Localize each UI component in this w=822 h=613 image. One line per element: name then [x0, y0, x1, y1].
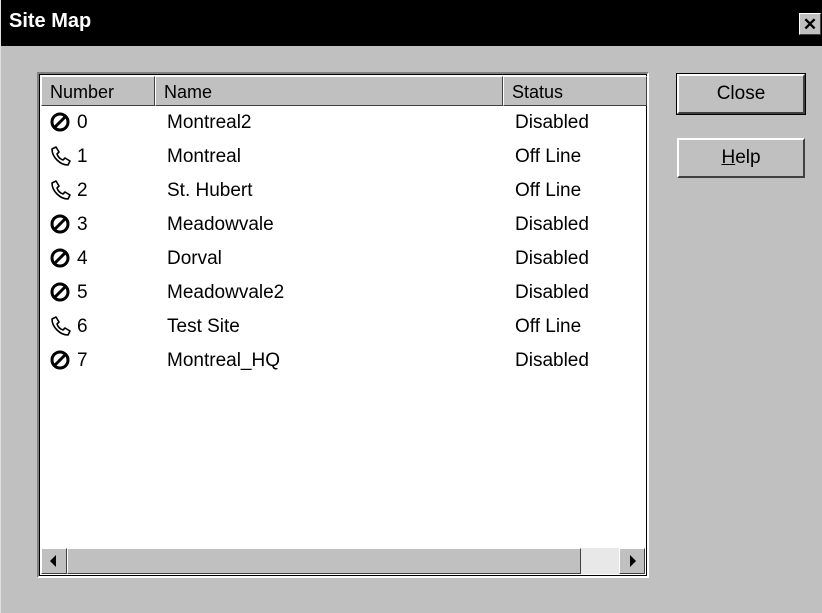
site-name: Montreal2 [167, 112, 252, 133]
phone-icon [49, 145, 71, 167]
title-bar[interactable]: Site Map ✕ [1, 0, 822, 46]
help-accelerator: H [721, 147, 736, 168]
table-row[interactable]: 7 Montreal_HQ Disabled [41, 344, 647, 378]
disabled-icon [49, 349, 71, 371]
window-close-button[interactable]: ✕ [799, 13, 821, 35]
site-number: 2 [77, 180, 88, 201]
scroll-left-button[interactable] [41, 548, 67, 574]
site-list[interactable]: Number Name Status 0 Montreal2 Disabled 1 Mo… [37, 72, 649, 578]
site-name: Montreal_HQ [167, 350, 280, 371]
phone-icon [49, 315, 71, 337]
site-number: 4 [77, 248, 88, 269]
site-number: 6 [77, 316, 88, 337]
help-label-rest: elp [735, 147, 761, 168]
site-number: 5 [77, 282, 88, 303]
close-icon: ✕ [802, 14, 818, 34]
disabled-icon [49, 213, 71, 235]
horizontal-scrollbar[interactable] [41, 548, 645, 574]
window-title: Site Map [9, 10, 92, 32]
site-status: Off Line [515, 180, 582, 201]
site-name: Dorval [167, 248, 222, 269]
site-status: Off Line [515, 146, 582, 167]
site-number: 0 [77, 112, 88, 133]
close-button[interactable]: Close [676, 73, 806, 115]
table-row[interactable]: 4 Dorval Disabled [41, 242, 647, 276]
site-number: 1 [77, 146, 88, 167]
site-status: Disabled [515, 350, 589, 371]
column-header-status[interactable]: Status [503, 76, 647, 106]
site-status: Off Line [515, 316, 582, 337]
table-row[interactable]: 2 St. Hubert Off Line [41, 174, 647, 208]
site-status: Disabled [515, 112, 589, 133]
column-header-number[interactable]: Number [41, 76, 155, 106]
table-row[interactable]: 0 Montreal2 Disabled [41, 106, 647, 140]
site-number: 3 [77, 214, 88, 235]
site-name: Test Site [167, 316, 240, 337]
site-name: St. Hubert [167, 180, 253, 201]
column-header-name[interactable]: Name [155, 76, 503, 106]
site-status: Disabled [515, 248, 589, 269]
arrow-left-icon [50, 555, 56, 567]
disabled-icon [49, 247, 71, 269]
scroll-thumb[interactable] [67, 548, 581, 574]
site-number: 7 [77, 350, 88, 371]
scroll-right-button[interactable] [619, 548, 645, 574]
site-map-dialog: Site Map ✕ Number Name Status 0 Montreal2… [0, 0, 822, 613]
site-name: Montreal [167, 146, 241, 167]
table-row[interactable]: 3 Meadowvale Disabled [41, 208, 647, 242]
arrow-right-icon [630, 555, 636, 567]
help-button[interactable]: Help [677, 138, 805, 178]
site-name: Meadowvale [167, 214, 274, 235]
list-header: Number Name Status [41, 76, 647, 106]
disabled-icon [49, 111, 71, 133]
site-status: Disabled [515, 282, 589, 303]
table-row[interactable]: 6 Test Site Off Line [41, 310, 647, 344]
table-row[interactable]: 5 Meadowvale2 Disabled [41, 276, 647, 310]
site-name: Meadowvale2 [167, 282, 285, 303]
disabled-icon [49, 281, 71, 303]
phone-icon [49, 179, 71, 201]
table-row[interactable]: 1 Montreal Off Line [41, 140, 647, 174]
site-status: Disabled [515, 214, 589, 235]
